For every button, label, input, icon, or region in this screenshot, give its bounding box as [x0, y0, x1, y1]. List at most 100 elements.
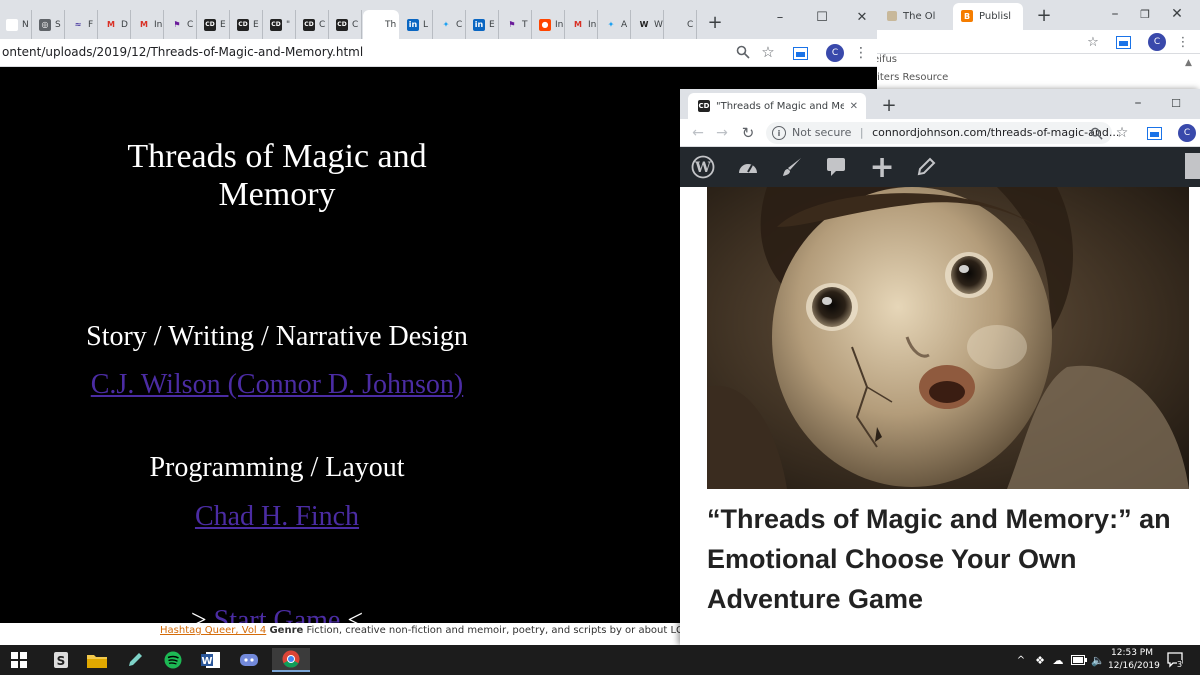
browser-tab[interactable]: M In [566, 10, 598, 39]
comments-bubble-icon[interactable] [824, 155, 848, 179]
menu-dots-icon[interactable]: ⋮ [854, 43, 868, 63]
url-text[interactable]: ontent/uploads/2019/12/Threads-of-Magic-… [2, 45, 363, 59]
notifications-icon[interactable]: 3 [1166, 651, 1184, 669]
linkedin-icon: in [407, 18, 419, 31]
page-title-line-1: Threads of Magic and [127, 138, 427, 175]
minimize-icon[interactable]: – [1128, 95, 1148, 111]
browser-tab[interactable]: ⚑ T [500, 10, 532, 39]
cd-icon: CD [204, 18, 216, 31]
profile-avatar[interactable]: C [1148, 33, 1166, 51]
scroll-up-icon[interactable]: ▲ [1185, 58, 1197, 70]
tab-label: C [456, 19, 463, 30]
dropbox-icon[interactable]: ❖ [1032, 652, 1048, 668]
strip-link[interactable]: Hashtag Queer, Vol 4 [160, 625, 266, 636]
browser-tab[interactable]: WW [632, 10, 664, 39]
new-tab-plus-icon[interactable]: + [704, 11, 726, 33]
tab-label: E [489, 19, 495, 30]
cd-icon: CD [698, 100, 710, 112]
browser-tab[interactable]: ✦ C [434, 10, 466, 39]
spotify-icon[interactable] [154, 648, 192, 672]
omnibox-divider: | [859, 126, 864, 139]
browser-tab[interactable]: CD C [330, 10, 362, 39]
new-post-plus-icon[interactable]: + [869, 150, 894, 185]
clock-date: 12/16/2019 [1108, 661, 1160, 671]
back-arrow-icon[interactable]: ← [688, 123, 708, 143]
search-icon[interactable]: S [42, 648, 80, 672]
browser-tab[interactable]: N [0, 10, 32, 39]
zoom-icon[interactable] [735, 44, 751, 60]
close-icon[interactable]: ✕ [852, 8, 872, 26]
browser-tab[interactable]: CD C [297, 10, 329, 39]
menu-dots-icon[interactable]: ⋮ [1177, 33, 1190, 51]
svg-text:W: W [694, 160, 711, 176]
minimize-icon[interactable]: – [1105, 6, 1125, 22]
maximize-icon[interactable]: ☐ [1166, 95, 1186, 111]
edit-pencil-icon[interactable] [914, 155, 938, 179]
profile-avatar[interactable]: C [826, 44, 844, 62]
front-browser-window: CD "Threads of Magic and Memory: ✕ + – ☐… [680, 89, 1200, 645]
browser-tab[interactable]: ● In [533, 10, 565, 39]
cd-icon: CD [270, 18, 282, 31]
zoom-icon[interactable] [1088, 125, 1104, 141]
profile-avatar[interactable]: C [1178, 124, 1196, 142]
cloud-icon[interactable]: ☁ [1050, 652, 1066, 668]
show-hidden-icons-chevron-icon[interactable]: ^ [1014, 652, 1028, 668]
cast-icon[interactable] [792, 45, 808, 61]
main-tabstrip: N◎S≈FMDMIn⚑CCDECDECD"CDCCDCTh✕inL✦CinE⚑T… [0, 0, 877, 39]
story-credit-link[interactable]: C.J. Wilson (Connor D. Johnson) [91, 369, 464, 400]
reload-icon[interactable]: ↻ [738, 123, 758, 143]
tab-close-icon[interactable]: ✕ [850, 101, 858, 112]
dashboard-gauge-icon[interactable] [736, 155, 760, 179]
browser-tab[interactable]: in E [467, 10, 499, 39]
bookmark-star-icon[interactable]: ☆ [1114, 123, 1130, 143]
info-icon[interactable]: i [772, 126, 786, 140]
start-icon[interactable] [0, 648, 38, 672]
volume-icon[interactable]: 🔈 [1090, 652, 1106, 668]
customize-brush-icon[interactable] [780, 155, 804, 179]
browser-tab[interactable]: Th✕ [363, 10, 399, 39]
blank-icon [369, 19, 381, 31]
not-secure-label: Not secure [792, 126, 852, 139]
tab-threads-article[interactable]: CD "Threads of Magic and Memory: ✕ [688, 93, 866, 119]
chrome-icon[interactable] [272, 648, 310, 672]
omnibox-text: Not secure | connordjohnson.com/threads-… [792, 126, 1119, 139]
bookmark-star-icon[interactable]: ☆ [760, 43, 776, 61]
omnibox[interactable]: i Not secure | connordjohnson.com/thread… [766, 122, 1119, 144]
browser-tab[interactable]: CD " [264, 10, 296, 39]
browser-tab[interactable]: CD E [231, 10, 263, 39]
programming-credit-link[interactable]: Chad H. Finch [195, 501, 359, 532]
discord-icon[interactable] [230, 648, 268, 672]
tab-publish[interactable]: B Publisl [953, 3, 1023, 30]
browser-tab[interactable]: C [665, 10, 697, 39]
battery-icon[interactable] [1070, 653, 1088, 667]
browser-tab[interactable]: CD E [198, 10, 230, 39]
bookmark-star-icon[interactable]: ☆ [1085, 34, 1101, 50]
edit-icon[interactable] [116, 648, 154, 672]
new-tab-plus-icon[interactable]: + [878, 94, 900, 116]
forward-arrow-icon[interactable]: → [712, 123, 732, 143]
browser-tab[interactable]: ⚑ C [165, 10, 197, 39]
browser-tab[interactable]: M In [132, 10, 164, 39]
cast-icon[interactable] [1115, 34, 1131, 50]
doll-featured-image [707, 187, 1189, 489]
close-icon[interactable]: ✕ [1167, 6, 1187, 22]
minimize-icon[interactable]: – [770, 8, 790, 26]
post-title[interactable]: “Threads of Magic and Memory:” an Emotio… [707, 499, 1187, 619]
browser-tab[interactable]: ✦ A [599, 10, 631, 39]
maximize-icon[interactable]: ☐ [812, 8, 832, 26]
user-avatar[interactable] [1185, 153, 1200, 179]
file-explorer-icon[interactable] [78, 648, 116, 672]
browser-tab[interactable]: in L [401, 10, 433, 39]
browser-tab[interactable]: ◎ S [33, 10, 65, 39]
twitter-icon: ✦ [607, 20, 615, 29]
cast-icon[interactable] [1146, 125, 1162, 141]
wordpress-logo-icon[interactable]: W [690, 154, 716, 180]
tab-the-ol[interactable]: The Ol [879, 3, 949, 30]
game-page: Threads of Magic and Memory Story / Writ… [0, 67, 680, 645]
new-tab-plus-icon[interactable]: + [1033, 4, 1055, 26]
clock[interactable]: 12:53 PM 12/16/2019 [1108, 647, 1160, 673]
word-icon[interactable]: W [192, 648, 230, 672]
browser-tab[interactable]: MD [99, 10, 131, 39]
browser-tab[interactable]: ≈ F [66, 10, 98, 39]
restore-icon[interactable]: ❐ [1135, 6, 1155, 22]
